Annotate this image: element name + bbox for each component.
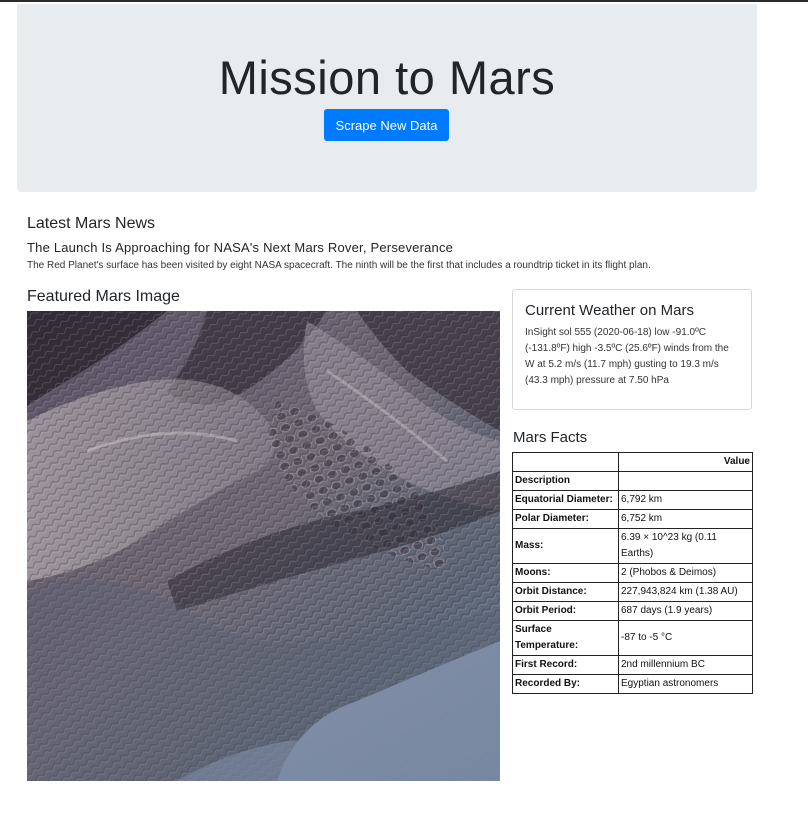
facts-body: Equatorial Diameter: 6,792 km Polar Diamet… bbox=[512, 490, 753, 694]
table-index-row: Description bbox=[512, 471, 753, 491]
index-label-cell: Description bbox=[512, 471, 619, 491]
table-row: Recorded By: Egyptian astronomers bbox=[512, 674, 753, 694]
featured-image-title: Featured Mars Image bbox=[27, 288, 180, 305]
news-headline: The Launch Is Approaching for NASA's Nex… bbox=[27, 240, 454, 255]
fact-value-cell: 2 (Phobos & Deimos) bbox=[618, 563, 753, 583]
fact-key-cell: Polar Diameter: bbox=[512, 509, 619, 529]
table-row: Orbit Period: 687 days (1.9 years) bbox=[512, 601, 753, 621]
header-empty-cell bbox=[512, 452, 619, 472]
table-row: Polar Diameter: 6,752 km bbox=[512, 509, 753, 529]
page-title: Mission to Mars bbox=[218, 51, 556, 104]
news-teaser: The Red Planet's surface has been visite… bbox=[27, 260, 651, 271]
table-row: Orbit Distance: 227,943,824 km (1.38 AU) bbox=[512, 582, 753, 602]
scrape-new-data-button[interactable]: Scrape New Data bbox=[324, 109, 449, 141]
table-row: Equatorial Diameter: 6,792 km bbox=[512, 490, 753, 510]
fact-key-cell: First Record: bbox=[512, 655, 619, 675]
news-section-title: Latest Mars News bbox=[27, 215, 156, 232]
index-empty-cell bbox=[618, 471, 753, 491]
mars-facts-table: Value Description Equatorial Diameter: 6,… bbox=[512, 452, 753, 694]
table-row: Surface Temperature: -87 to -5 °C bbox=[512, 620, 753, 656]
fact-key-cell: Orbit Period: bbox=[512, 601, 619, 621]
weather-title: Current Weather on Mars bbox=[525, 302, 694, 319]
featured-mars-image bbox=[27, 311, 500, 781]
fact-value-cell: 6,792 km bbox=[618, 490, 753, 510]
table-row: Mass: 6.39 × 10^23 kg (0.11 Earths) bbox=[512, 528, 753, 564]
table-row: First Record: 2nd millennium BC bbox=[512, 655, 753, 675]
jumbotron-header: Mission to Mars Scrape New Data bbox=[17, 4, 757, 192]
fact-value-cell: -87 to -5 °C bbox=[618, 620, 753, 656]
fact-key-cell: Moons: bbox=[512, 563, 619, 583]
fact-value-cell: Egyptian astronomers bbox=[618, 674, 753, 694]
fact-value-cell: 2nd millennium BC bbox=[618, 655, 753, 675]
fact-key-cell: Equatorial Diameter: bbox=[512, 490, 619, 510]
fact-value-cell: 6,752 km bbox=[618, 509, 753, 529]
fact-key-cell: Surface Temperature: bbox=[512, 620, 619, 656]
mars-facts-title: Mars Facts bbox=[513, 429, 588, 446]
news-section: Latest Mars News The Launch Is Approachi… bbox=[27, 215, 767, 271]
fact-value-cell: 687 days (1.9 years) bbox=[618, 601, 753, 621]
weather-text: InSight sol 555 (2020-06-18) low -91.0ºC… bbox=[525, 327, 729, 386]
fact-value-cell: 227,943,824 km (1.38 AU) bbox=[618, 582, 753, 602]
weather-card: Current Weather on Mars InSight sol 555 … bbox=[512, 289, 752, 410]
header-value-cell: Value bbox=[618, 452, 753, 472]
fact-value-cell: 6.39 × 10^23 kg (0.11 Earths) bbox=[618, 528, 753, 564]
fact-key-cell: Recorded By: bbox=[512, 674, 619, 694]
table-header-row: Value bbox=[512, 452, 753, 472]
table-row: Moons: 2 (Phobos & Deimos) bbox=[512, 563, 753, 583]
fact-key-cell: Mass: bbox=[512, 528, 619, 564]
fact-key-cell: Orbit Distance: bbox=[512, 582, 619, 602]
